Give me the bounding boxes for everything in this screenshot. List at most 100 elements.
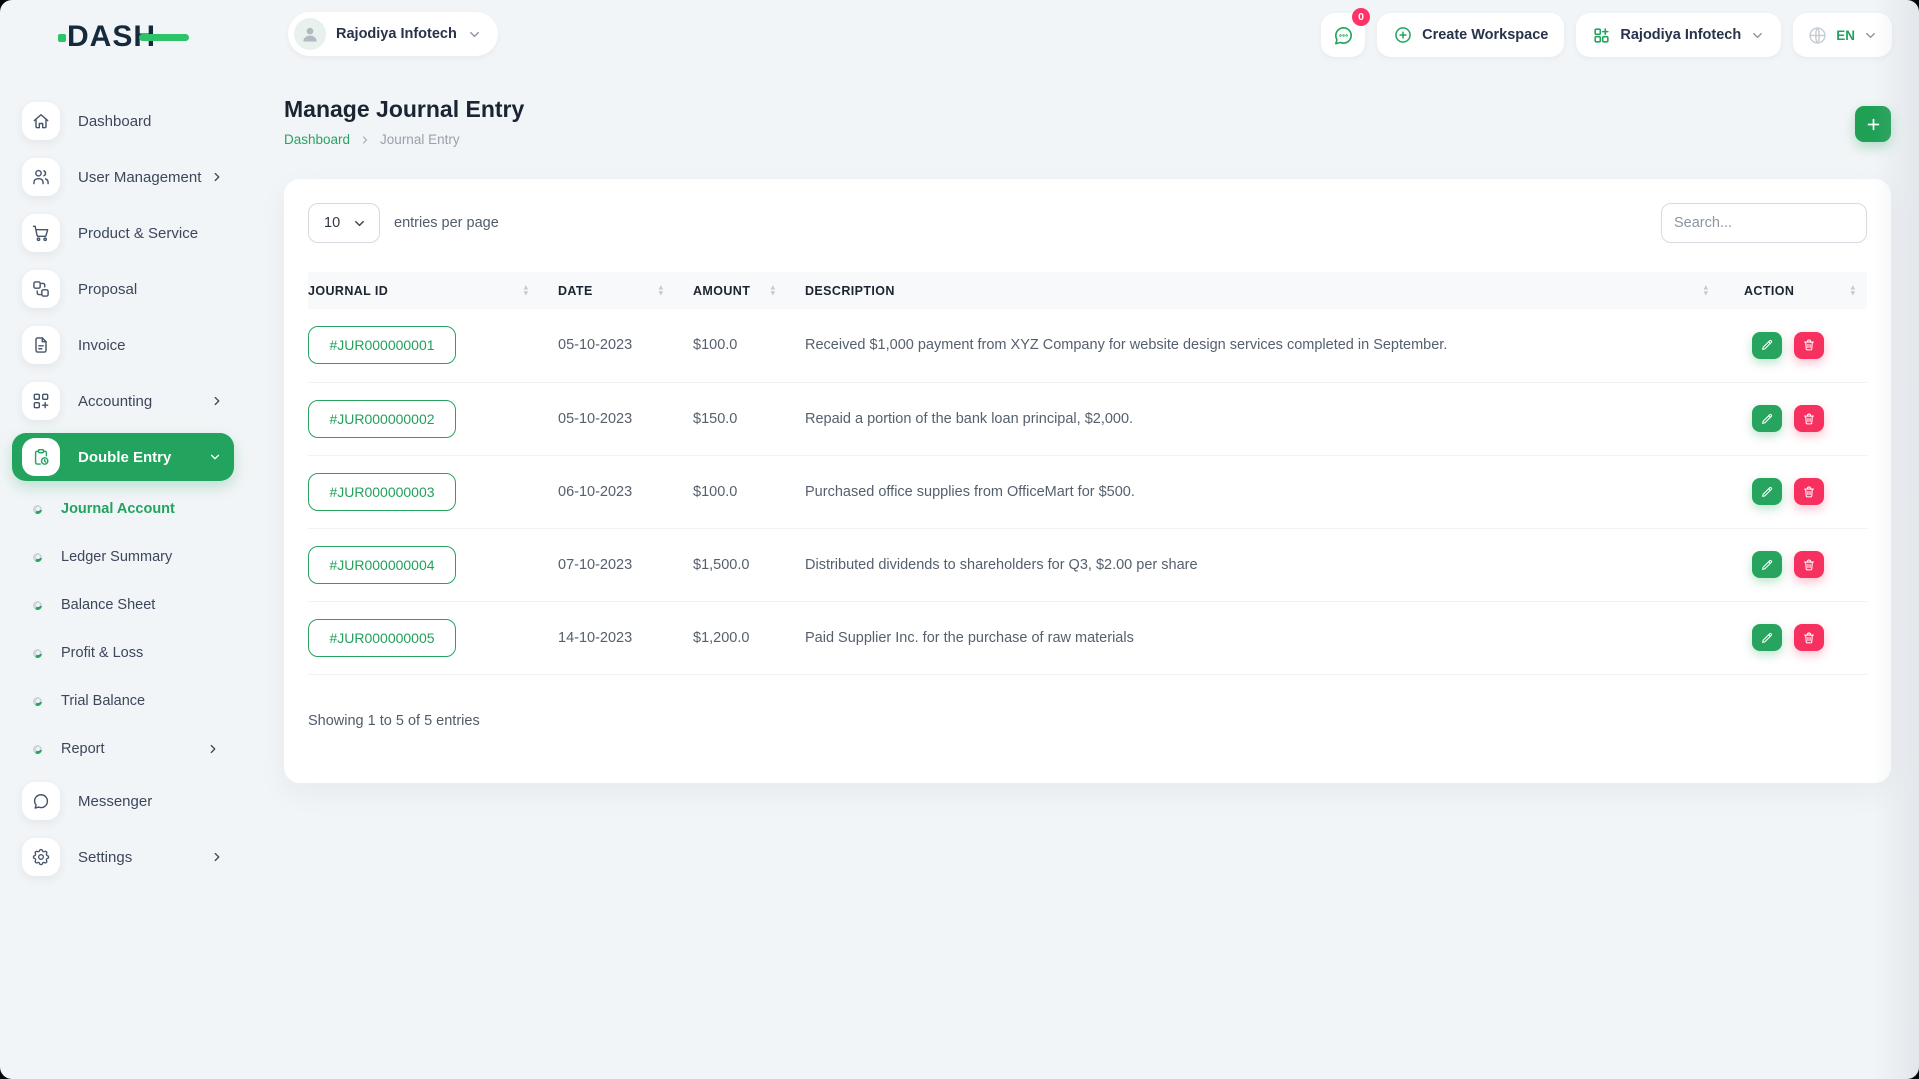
date-cell: 07-10-2023 (558, 528, 693, 602)
sidebar-item-label: Dashboard (78, 112, 152, 130)
delete-button[interactable] (1794, 405, 1824, 432)
pencil-icon (1762, 340, 1773, 351)
topbar: DASH Rajodiya Infotech 0 Create Workspac… (0, 0, 1919, 70)
edit-button[interactable] (1752, 405, 1782, 432)
page-title: Manage Journal Entry (284, 96, 525, 122)
sidebar-subitem-report[interactable]: Report (0, 725, 240, 773)
sort-arrows-icon: ▲ ▼ (1702, 282, 1710, 298)
trash-icon (1804, 413, 1814, 424)
column-header-action[interactable]: ACTION ▲ ▼ (1722, 272, 1867, 309)
journal-table: JOURNAL ID ▲ ▼ DATE ▲ ▼ AMOUNT ▲ ▼ DESCRI (308, 272, 1867, 675)
sidebar-item-accounting[interactable]: Accounting (0, 373, 240, 429)
sort-arrows-icon: ▲ ▼ (769, 282, 777, 298)
sidebar-subitem-label: Trial Balance (61, 693, 146, 709)
gear-icon (22, 838, 60, 876)
messages-button[interactable]: 0 (1321, 8, 1371, 57)
chevron-right-icon (210, 744, 216, 754)
table-header-row: JOURNAL ID ▲ ▼ DATE ▲ ▼ AMOUNT ▲ ▼ DESCRI (308, 272, 1867, 309)
replace-squares-icon (22, 270, 60, 308)
users-icon (22, 158, 60, 196)
add-journal-button[interactable] (1855, 106, 1891, 142)
page-header: Manage Journal Entry Dashboard Journal E… (284, 70, 1891, 147)
journal-id-badge[interactable]: #JUR000000002 (308, 399, 456, 438)
sidebar-subitem-balance-sheet[interactable]: Balance Sheet (0, 581, 240, 629)
chevron-down-icon (355, 220, 364, 226)
edit-button[interactable] (1752, 478, 1782, 505)
entries-per-page-select[interactable]: 10 (308, 203, 380, 243)
table-row: #JUR000000004 07-10-2023 $1,500.0 Distribut… (308, 528, 1867, 602)
company-name: Rajodiya Infotech (1620, 27, 1742, 43)
sidebar-item-user-management[interactable]: User Management (0, 149, 240, 205)
journal-id-badge[interactable]: #JUR000000005 (308, 618, 456, 657)
workspace-name: Rajodiya Infotech (336, 26, 457, 42)
column-header-description[interactable]: DESCRIPTION ▲ ▼ (805, 272, 1722, 309)
sidebar-subitem-label: Journal Account (61, 501, 175, 517)
amount-cell: $150.0 (693, 382, 805, 456)
sidebar-subitem-ledger-summary[interactable]: Ledger Summary (0, 533, 240, 581)
journal-id-badge[interactable]: #JUR000000003 (308, 472, 456, 511)
delete-button[interactable] (1794, 478, 1824, 505)
sidebar-subitem-label: Profit & Loss (61, 645, 144, 661)
sidebar-item-proposal[interactable]: Proposal (0, 261, 240, 317)
sidebar-item-messenger[interactable]: Messenger (0, 773, 240, 829)
app-logo[interactable]: DASH (58, 20, 197, 54)
sidebar-item-product-service[interactable]: Product & Service (0, 205, 240, 261)
logo-dash-bar (139, 34, 189, 41)
breadcrumb-current: Journal Entry (380, 132, 460, 147)
sidebar-item-double-entry[interactable]: Double Entry (12, 433, 234, 481)
search-input[interactable] (1661, 203, 1867, 243)
home-icon (22, 102, 60, 140)
create-workspace-button[interactable]: Create Workspace (1377, 13, 1565, 57)
edit-button[interactable] (1752, 624, 1782, 651)
delete-button[interactable] (1794, 331, 1824, 359)
user-silhouette-icon (303, 27, 317, 42)
amount-cell: $1,500.0 (693, 528, 805, 602)
sidebar-subitem-trial-balance[interactable]: Trial Balance (0, 677, 240, 725)
table-row: #JUR000000001 05-10-2023 $100.0 Received $1… (308, 309, 1867, 383)
date-cell: 05-10-2023 (558, 382, 693, 456)
sidebar-item-dashboard[interactable]: Dashboard (0, 93, 240, 149)
edit-button[interactable] (1752, 551, 1782, 578)
table-summary: Showing 1 to 5 of 5 entries (308, 712, 480, 729)
sidebar-item-invoice[interactable]: Invoice (0, 317, 240, 373)
sidebar-item-label: Product & Service (78, 224, 199, 242)
company-selector[interactable]: Rajodiya Infotech (1576, 13, 1782, 57)
workspace-grid-icon (1594, 27, 1609, 43)
main-content: Manage Journal Entry Dashboard Journal E… (240, 70, 1919, 1079)
messages-count-badge: 0 (1352, 8, 1371, 26)
pencil-icon (1762, 413, 1773, 424)
sidebar-subitem-profit-loss[interactable]: Profit & Loss (0, 629, 240, 677)
delete-button[interactable] (1794, 624, 1824, 651)
grid-plus-icon (22, 382, 60, 420)
language-code: EN (1836, 27, 1855, 43)
journal-id-badge[interactable]: #JUR000000001 (308, 326, 456, 365)
journal-id-badge[interactable]: #JUR000000004 (308, 545, 456, 584)
bullet-icon (33, 744, 42, 754)
plus-circle-icon (1395, 27, 1411, 43)
edit-button[interactable] (1752, 331, 1782, 359)
table-controls: 10 entries per page (308, 203, 1867, 243)
sidebar-subitem-journal-account[interactable]: Journal Account (0, 485, 240, 533)
table-row: #JUR000000003 06-10-2023 $100.0 Purchased o… (308, 455, 1867, 529)
trash-icon (1804, 559, 1814, 570)
column-header-date[interactable]: DATE ▲ ▼ (558, 272, 693, 309)
app-window: DASH Rajodiya Infotech 0 Create Workspac… (0, 0, 1919, 1079)
bullet-icon (33, 552, 42, 562)
trash-icon (1804, 632, 1814, 643)
breadcrumb: Dashboard Journal Entry (284, 132, 1891, 147)
sort-arrows-icon: ▲ ▼ (657, 282, 665, 298)
sidebar-item-label: Accounting (78, 392, 153, 410)
breadcrumb-dashboard-link[interactable]: Dashboard (284, 132, 350, 147)
sidebar-item-label: Messenger (78, 792, 153, 810)
workspace-user-menu[interactable]: Rajodiya Infotech (288, 12, 498, 56)
sidebar-item-settings[interactable]: Settings (0, 829, 240, 885)
delete-button[interactable] (1794, 551, 1824, 578)
column-header-amount[interactable]: AMOUNT ▲ ▼ (693, 272, 805, 309)
description-cell: Repaid a portion of the bank loan princi… (805, 382, 1722, 456)
clipboard-clock-icon (22, 438, 60, 476)
chevron-down-icon (1753, 32, 1763, 38)
date-cell: 05-10-2023 (558, 309, 693, 383)
chevron-down-icon (469, 31, 479, 37)
language-selector[interactable]: EN (1793, 13, 1892, 57)
column-header-journal-id[interactable]: JOURNAL ID ▲ ▼ (308, 272, 558, 309)
